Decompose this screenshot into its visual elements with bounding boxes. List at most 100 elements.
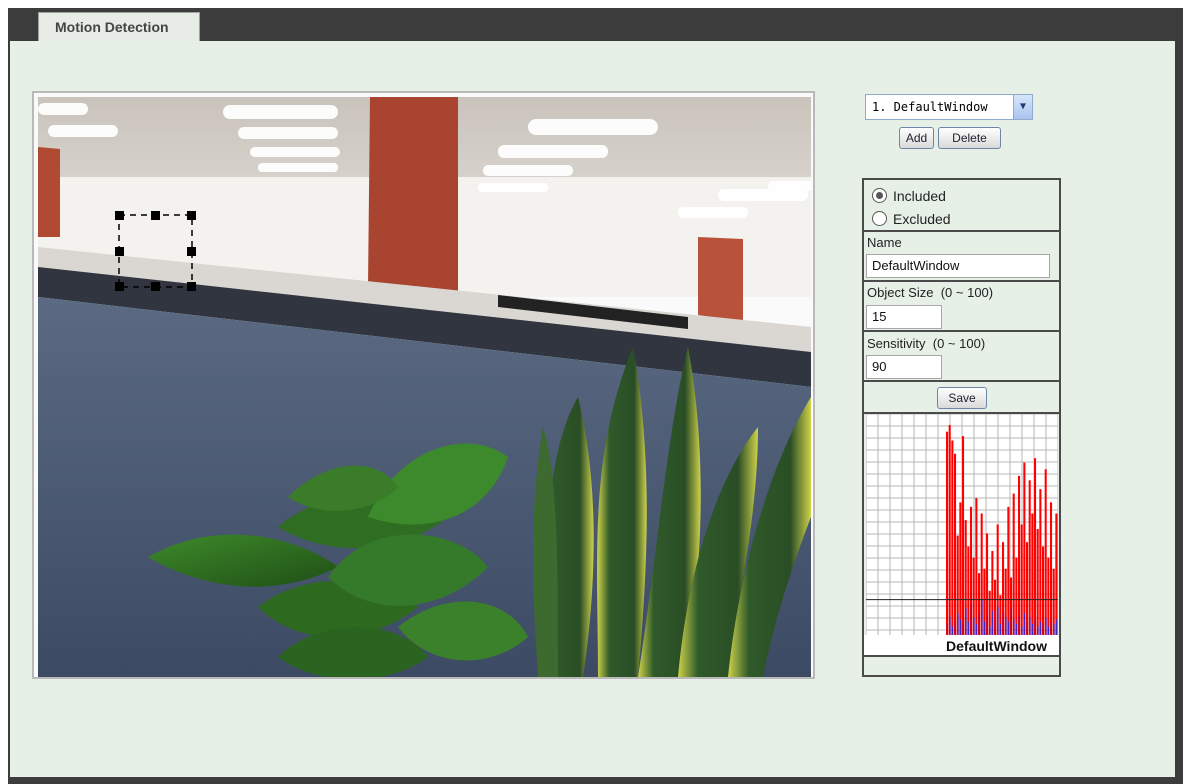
graph-threshold-bar <box>1040 621 1042 635</box>
graph-motion-bar <box>1015 557 1018 635</box>
motion-level-graph <box>866 414 1058 635</box>
graph-threshold-bar <box>986 615 988 635</box>
graph-motion-bar <box>954 453 957 635</box>
window-select[interactable]: 1. DefaultWindow ▼ <box>865 94 1033 120</box>
graph-threshold-bar <box>1018 615 1020 635</box>
graph-motion-bar <box>1031 513 1034 635</box>
object-size-range: (0 ~ 100) <box>940 285 994 300</box>
chevron-down-icon[interactable]: ▼ <box>1013 95 1032 119</box>
tab-motion-detection[interactable]: Motion Detection <box>38 12 200 42</box>
graph-motion-bar <box>1034 458 1037 635</box>
graph-threshold-bar <box>1050 621 1052 635</box>
sensitivity-range: (0 ~ 100) <box>932 336 986 351</box>
graph-motion-bar <box>1007 506 1010 635</box>
graph-threshold-bar <box>968 621 970 635</box>
save-button[interactable]: Save <box>937 387 987 409</box>
graph-threshold-bar <box>973 617 975 635</box>
excluded-option[interactable]: Excluded <box>872 211 951 227</box>
graph-threshold-bar <box>1042 623 1044 635</box>
graph-threshold-bar <box>1013 619 1015 635</box>
graph-threshold-bar <box>984 621 986 635</box>
graph-motion-bar <box>975 497 978 635</box>
sensitivity-label: Sensitivity (0 ~ 100) <box>867 336 985 351</box>
graph-threshold-bar <box>952 626 954 635</box>
graph-motion-bar <box>967 546 970 635</box>
graph-motion-bar <box>1055 513 1058 635</box>
graph-motion-bar <box>1026 542 1029 635</box>
graph-threshold-bar <box>1000 623 1002 635</box>
graph-motion-bar <box>951 440 954 635</box>
object-size-section: Object Size (0 ~ 100) 15 <box>864 282 1059 332</box>
graph-threshold-bar <box>1053 623 1055 635</box>
graph-threshold-bar <box>992 610 994 635</box>
graph-threshold-bar <box>960 619 962 635</box>
graph-motion-bar <box>1047 557 1050 635</box>
graph-window-title: DefaultWindow <box>864 635 1059 657</box>
graph-threshold-bar <box>1045 617 1047 635</box>
graph-threshold-bar <box>962 623 964 635</box>
graph-threshold-bar <box>1005 617 1007 635</box>
graph-motion-bar <box>1018 475 1021 635</box>
graph-threshold-bar <box>978 612 980 635</box>
graph-threshold-bar <box>1021 626 1023 635</box>
sensitivity-label-text: Sensitivity <box>867 336 926 351</box>
object-size-input[interactable]: 15 <box>866 305 942 329</box>
graph-motion-bar <box>959 502 962 635</box>
graph-motion-bar <box>1042 546 1045 635</box>
camera-scene-image <box>38 97 811 677</box>
object-size-label: Object Size (0 ~ 100) <box>867 285 993 300</box>
name-input[interactable]: DefaultWindow <box>866 254 1050 278</box>
graph-threshold-bar <box>1029 617 1031 635</box>
graph-motion-bar <box>1023 462 1026 635</box>
graph-threshold-bar <box>970 604 972 635</box>
graph-motion-bar <box>948 425 951 635</box>
graph-motion-bar <box>1044 469 1047 635</box>
window-select-value: 1. DefaultWindow <box>872 100 988 114</box>
graph-threshold-bar <box>994 619 996 635</box>
graph-threshold-bar <box>1024 612 1026 635</box>
graph-threshold-bar <box>1002 612 1004 635</box>
graph-threshold-bar <box>997 606 999 635</box>
graph-threshold-bar <box>954 621 956 635</box>
radio-included[interactable] <box>872 188 887 203</box>
included-label: Included <box>893 188 946 204</box>
graph-motion-bar <box>1012 493 1015 635</box>
graph-motion-bar <box>962 436 965 635</box>
camera-preview[interactable] <box>32 91 815 679</box>
graph-threshold-bar <box>1026 621 1028 635</box>
graph-threshold-bar <box>1016 623 1018 635</box>
graph-threshold-bar <box>946 623 948 635</box>
graph-threshold-bar <box>949 617 951 635</box>
graph-threshold-bar <box>1048 626 1050 635</box>
graph-threshold-bar <box>1037 626 1039 635</box>
excluded-label: Excluded <box>893 211 951 227</box>
save-section: Save <box>864 382 1059 414</box>
graph-threshold-bar <box>989 626 991 635</box>
sensitivity-section: Sensitivity (0 ~ 100) 90 <box>864 332 1059 382</box>
graph-threshold-bar <box>1032 623 1034 635</box>
graph-motion-bar <box>1050 502 1053 635</box>
included-option[interactable]: Included <box>872 188 946 204</box>
radio-excluded[interactable] <box>872 211 887 226</box>
graph-motion-bar <box>1028 480 1031 635</box>
name-label: Name <box>867 235 902 250</box>
mode-section: Included Excluded <box>864 180 1059 232</box>
graph-threshold-bar <box>1056 619 1058 635</box>
graph-threshold-bar <box>1034 619 1036 635</box>
object-size-label-text: Object Size <box>867 285 934 300</box>
graph-motion-bar <box>1036 528 1039 635</box>
graph-motion-bar <box>1039 489 1042 635</box>
graph-motion-bar <box>1020 524 1023 635</box>
graph-motion-bar <box>946 431 949 635</box>
graph-threshold-bar <box>1010 608 1012 635</box>
name-section: Name DefaultWindow <box>864 232 1059 282</box>
graph-threshold-bar <box>965 608 967 635</box>
graph-threshold-bar <box>981 599 983 635</box>
graph-threshold-bar <box>957 612 959 635</box>
graph-threshold-bar <box>976 623 978 635</box>
graph-threshold-bar <box>1008 621 1010 635</box>
sensitivity-input[interactable]: 90 <box>866 355 942 379</box>
delete-button[interactable]: Delete <box>938 127 1001 149</box>
add-button[interactable]: Add <box>899 127 934 149</box>
window-settings-panel: Included Excluded Name DefaultWindow Obj… <box>862 178 1061 677</box>
